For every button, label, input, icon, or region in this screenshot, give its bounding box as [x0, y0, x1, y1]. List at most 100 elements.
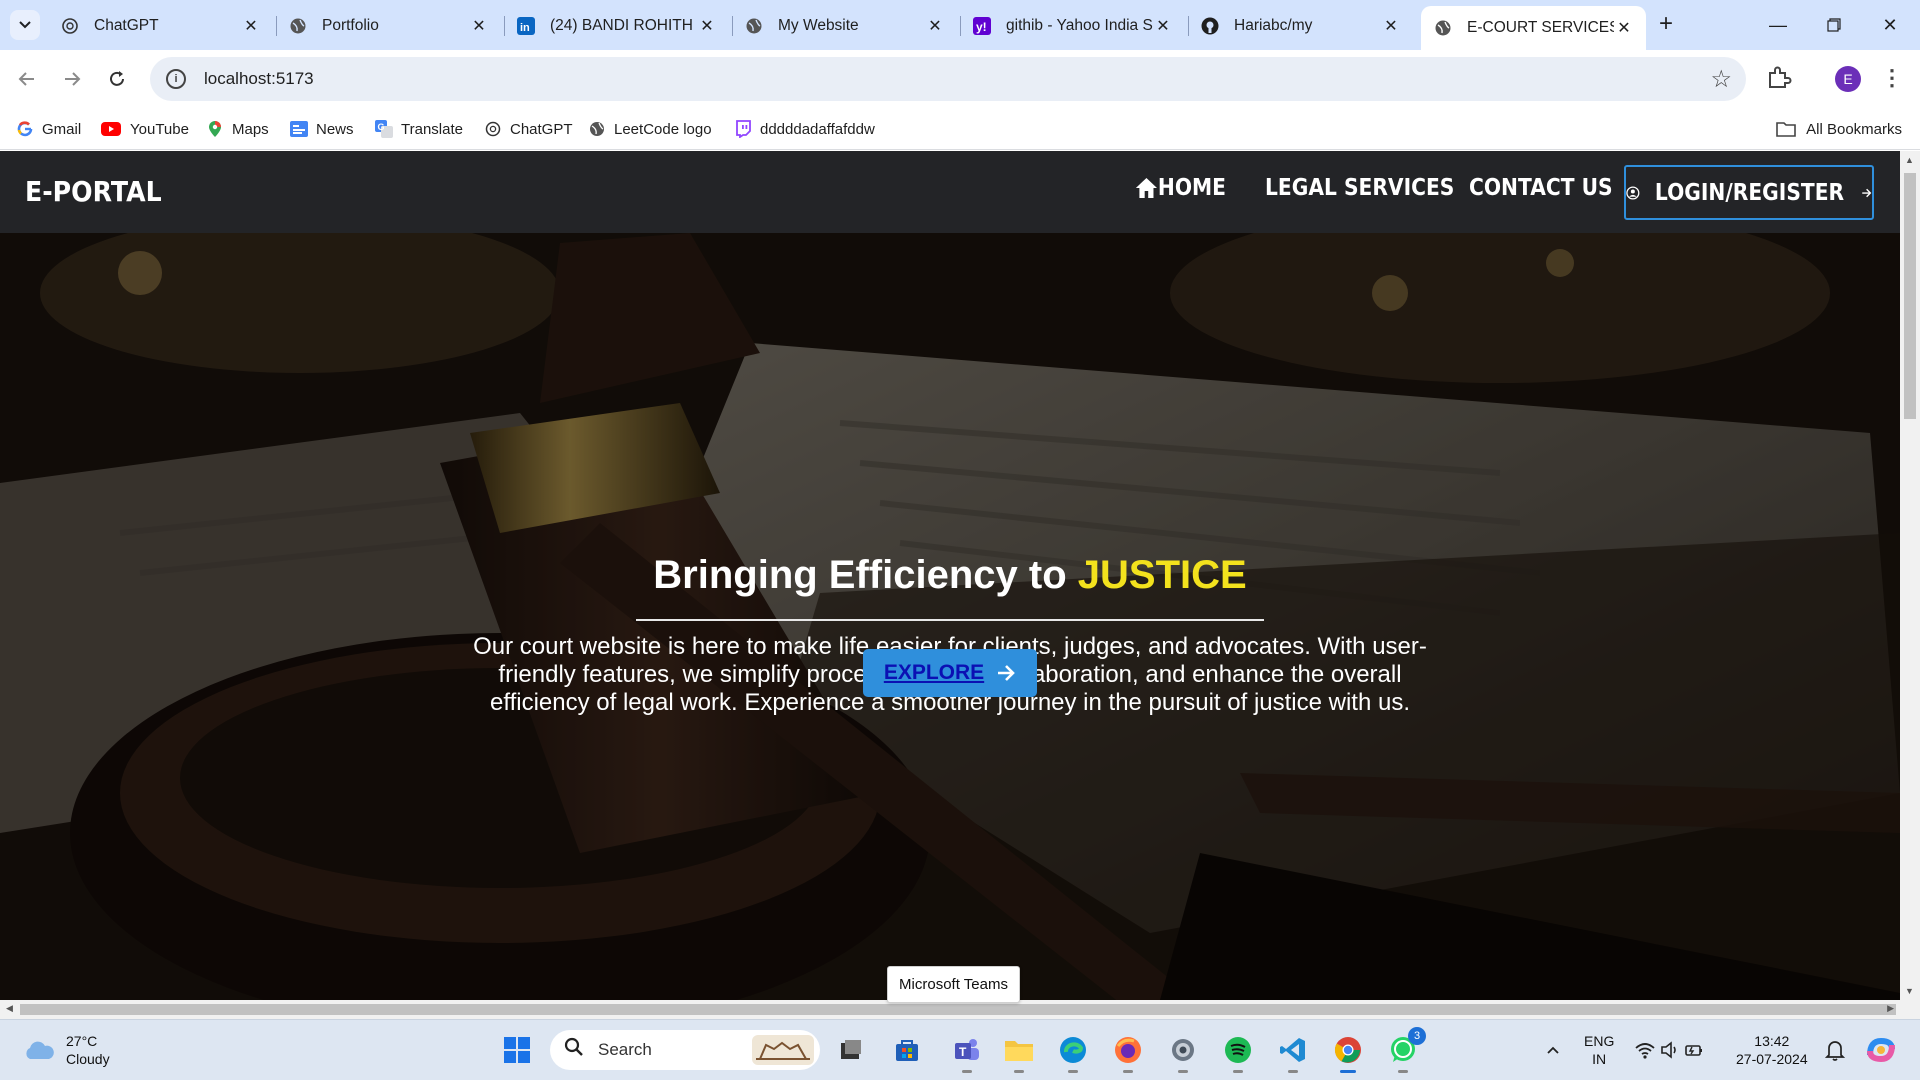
bookmark-star-icon[interactable]: ☆: [1710, 65, 1732, 94]
scroll-left-icon[interactable]: ◀: [6, 1003, 13, 1014]
task-view-button[interactable]: [834, 1033, 868, 1067]
address-url[interactable]: localhost:5173: [204, 69, 314, 89]
bookmarks-bar: Gmail YouTube Maps News G Translate Chat…: [0, 108, 1920, 150]
site-brand[interactable]: E-PORTAL: [25, 175, 162, 208]
scroll-right-icon[interactable]: ▶: [1887, 1003, 1894, 1014]
close-icon[interactable]: ✕: [925, 16, 945, 36]
teams-icon: T: [955, 1039, 979, 1060]
close-icon[interactable]: ✕: [697, 16, 717, 36]
tab-github[interactable]: Hariabc/my ✕: [1188, 6, 1413, 46]
taskbar-search[interactable]: Search: [550, 1030, 820, 1070]
svg-text:T: T: [959, 1045, 967, 1059]
notifications-button[interactable]: [1818, 1033, 1852, 1067]
home-icon: [1135, 178, 1157, 198]
forward-button[interactable]: [55, 62, 89, 96]
spotify-app[interactable]: [1221, 1033, 1255, 1073]
scroll-thumb[interactable]: [20, 1004, 1896, 1015]
reload-button[interactable]: [100, 62, 134, 96]
address-bar[interactable]: i localhost:5173 ☆: [150, 57, 1746, 101]
close-icon[interactable]: ✕: [469, 16, 489, 36]
vertical-scrollbar[interactable]: ▲ ▼: [1900, 151, 1920, 1000]
store-app[interactable]: [890, 1033, 924, 1067]
cloud-icon: [26, 1041, 54, 1059]
bookmark-label: Gmail: [42, 120, 82, 138]
scroll-up-icon[interactable]: ▲: [1905, 155, 1914, 165]
close-window-button[interactable]: ✕: [1862, 0, 1918, 50]
scroll-down-icon[interactable]: ▼: [1905, 986, 1914, 996]
windows-icon: [504, 1037, 530, 1063]
bookmark-leetcode[interactable]: LeetCode logo: [588, 116, 712, 142]
bookmark-news[interactable]: News: [290, 116, 354, 142]
task-view-icon: [841, 1040, 861, 1059]
weather-widget[interactable]: 27°C Cloudy: [22, 1032, 110, 1068]
bookmark-maps[interactable]: Maps: [206, 116, 269, 142]
clock[interactable]: 13:42 27-07-2024: [1736, 1032, 1808, 1068]
firefox-icon: [1115, 1037, 1141, 1063]
new-tab-button[interactable]: +: [1651, 10, 1681, 40]
bookmark-translate[interactable]: G Translate: [375, 116, 463, 142]
whatsapp-app[interactable]: 3: [1386, 1027, 1426, 1073]
app-running-indicator: [1123, 1070, 1133, 1073]
yahoo-icon: y!: [972, 16, 992, 36]
nav-legal-services[interactable]: LEGAL SERVICES: [1265, 175, 1454, 201]
app-active-indicator: [1340, 1070, 1356, 1073]
bookmark-dddddadaffafddw[interactable]: dddddadaffafddw: [734, 116, 875, 142]
copilot-button[interactable]: [1864, 1033, 1898, 1067]
all-bookmarks-button[interactable]: All Bookmarks: [1776, 116, 1902, 142]
language-indicator[interactable]: ENG IN: [1584, 1032, 1614, 1068]
tab-chatgpt[interactable]: ChatGPT ✕: [48, 6, 273, 46]
tab-linkedin[interactable]: in (24) BANDI ROHITH R ✕: [504, 6, 729, 46]
vscode-app[interactable]: [1276, 1033, 1310, 1073]
bookmark-chatgpt[interactable]: ChatGPT: [484, 116, 573, 142]
globe-icon: [744, 16, 764, 36]
profile-avatar[interactable]: E: [1835, 66, 1861, 92]
language-top: ENG: [1584, 1033, 1615, 1049]
minimize-button[interactable]: —: [1750, 0, 1806, 50]
linkedin-icon: in: [516, 16, 536, 36]
tab-my-website[interactable]: My Website ✕: [732, 6, 957, 46]
clock-time: 13:42: [1754, 1033, 1790, 1049]
google-icon: [16, 120, 34, 138]
login-register-button[interactable]: LOGIN/REGISTER: [1624, 165, 1874, 220]
site-info-icon[interactable]: i: [166, 69, 186, 89]
start-button[interactable]: [500, 1033, 534, 1067]
gear-icon: [1172, 1039, 1194, 1061]
bookmark-youtube[interactable]: YouTube: [100, 116, 189, 142]
close-icon[interactable]: ✕: [241, 16, 261, 36]
hero-section: Bringing Efficiency to JUSTICE Our court…: [0, 233, 1900, 1000]
settings-app[interactable]: [1166, 1033, 1200, 1073]
app-running-indicator: [1068, 1070, 1078, 1073]
teams-app[interactable]: T: [950, 1033, 984, 1073]
chrome-app[interactable]: [1331, 1033, 1365, 1073]
menu-kebab-icon[interactable]: ⋮: [1880, 62, 1904, 96]
app-running-indicator: [1014, 1070, 1024, 1073]
back-button[interactable]: [10, 62, 44, 96]
nav-home[interactable]: HOME: [1135, 175, 1226, 201]
tray-overflow-chevron-icon[interactable]: [1536, 1033, 1570, 1067]
tab-search-button[interactable]: [10, 10, 40, 40]
close-icon[interactable]: ✕: [1614, 18, 1634, 38]
restore-button[interactable]: [1806, 0, 1862, 50]
file-explorer-app[interactable]: [1002, 1033, 1036, 1073]
quick-settings[interactable]: [1632, 1033, 1708, 1067]
close-icon[interactable]: ✕: [1153, 16, 1173, 36]
tab-title: ChatGPT: [94, 17, 159, 34]
explore-label: EXPLORE: [883, 661, 985, 684]
firefox-app[interactable]: [1111, 1033, 1145, 1073]
edge-app[interactable]: [1056, 1033, 1090, 1073]
close-icon[interactable]: ✕: [1381, 16, 1401, 36]
nav-contact-us[interactable]: CONTACT US: [1469, 175, 1613, 201]
extensions-icon[interactable]: [1766, 64, 1796, 94]
tab-yahoo[interactable]: y! githib - Yahoo India S ✕: [960, 6, 1185, 46]
bookmark-gmail[interactable]: Gmail: [16, 116, 81, 142]
hero-title-highlight: JUSTICE: [1077, 553, 1247, 597]
bookmark-label: Maps: [232, 120, 269, 138]
taskbar-search-label: Search: [598, 1040, 652, 1059]
explore-button[interactable]: EXPLORE: [863, 649, 1037, 697]
tab-ecourt-services[interactable]: E-COURT SERVICES ✕: [1421, 6, 1646, 50]
tab-portfolio[interactable]: Portfolio ✕: [276, 6, 501, 46]
tab-title: githib - Yahoo India S: [1006, 17, 1153, 34]
scroll-thumb[interactable]: [1904, 173, 1916, 419]
app-running-indicator: [1233, 1070, 1243, 1073]
maps-icon: [206, 120, 224, 138]
